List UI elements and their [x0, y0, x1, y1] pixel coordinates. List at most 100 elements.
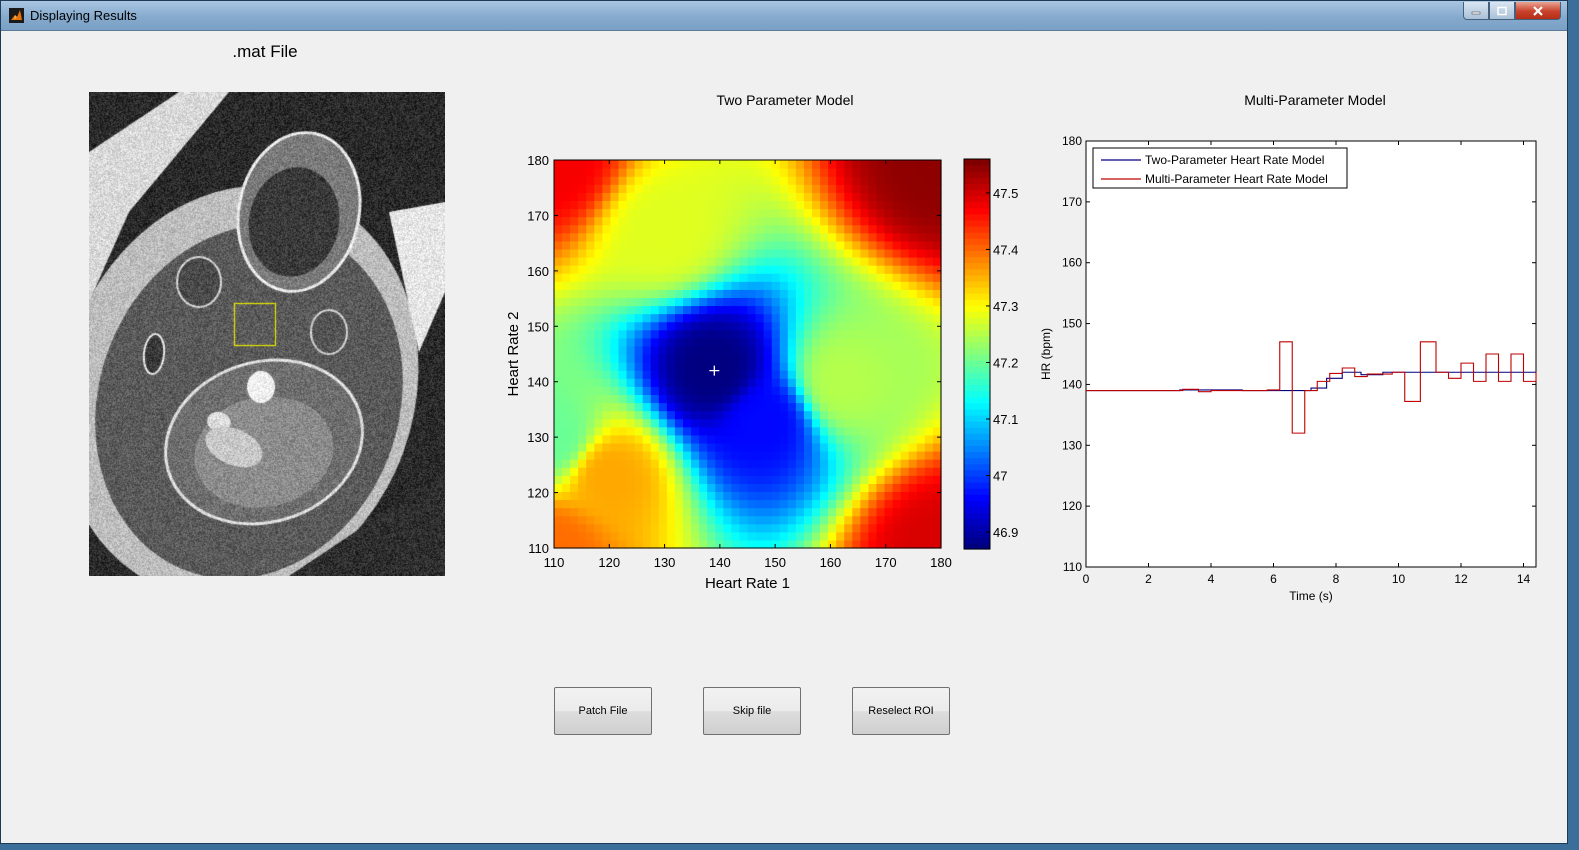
heatmap-cell — [739, 467, 749, 476]
heatmap-cell — [578, 265, 587, 274]
heatmap-cell — [570, 418, 579, 428]
heatmap-cell — [642, 208, 652, 218]
colorbar-segment — [964, 159, 990, 166]
heatmap-cell — [876, 216, 886, 226]
heatmap-cell — [763, 386, 773, 396]
heatmap-cell — [900, 531, 910, 541]
colorbar-segment — [964, 317, 990, 325]
heatmap-cell — [715, 442, 724, 452]
heatmap-cell — [570, 539, 579, 549]
heatmap-cell — [634, 459, 644, 468]
heatmap-cell — [691, 491, 700, 501]
minimize-button[interactable] — [1463, 2, 1489, 20]
heatmap-cell — [868, 402, 878, 412]
heatmap-cell — [779, 483, 789, 493]
heatmap-cell — [642, 362, 652, 371]
heatmap-cell — [570, 394, 579, 404]
heatmap-cell — [610, 378, 620, 387]
heatmap-cell — [650, 321, 660, 331]
heatmap-cell — [860, 362, 870, 371]
heatmap-cell — [658, 289, 668, 299]
heatmap-cell — [892, 394, 902, 404]
heatmap-cell — [908, 426, 918, 436]
heatmap-cell — [779, 515, 789, 525]
heatmap-cell — [900, 515, 910, 525]
patch-file-button[interactable]: Patch File — [554, 687, 652, 735]
heatmap-cell — [658, 265, 668, 274]
heatmap-cell — [908, 362, 918, 371]
heatmap-cell — [731, 451, 741, 460]
heatmap-cell — [683, 192, 692, 202]
heatmap-cell — [650, 232, 660, 242]
heatmap-cell — [634, 257, 644, 266]
heatmap-cell — [844, 192, 853, 202]
heatmap-cell — [578, 386, 587, 396]
heatmap-cell — [852, 337, 861, 347]
heatmap-cell — [723, 362, 732, 371]
x-tick-label: 180 — [930, 555, 952, 570]
heatmap-cell — [691, 329, 700, 339]
heatmap-cell — [666, 539, 676, 549]
heatmap-cell — [739, 378, 749, 387]
heatmap-cell — [699, 434, 708, 444]
heatmap-cell — [691, 184, 700, 193]
mri-image[interactable] — [89, 92, 445, 576]
heatmap-cell — [924, 459, 934, 468]
heatmap-cell — [924, 442, 934, 452]
skip-file-button[interactable]: Skip file — [703, 687, 801, 735]
heatmap-cell — [739, 402, 749, 412]
heatmap-cell — [884, 168, 894, 177]
heatmap-cell — [570, 337, 579, 347]
heatmap-cell — [900, 459, 910, 468]
heatmap-cell — [731, 168, 741, 177]
heatmap-cell — [666, 337, 676, 347]
heatmap-cell — [763, 523, 773, 533]
heatmap-cell — [836, 354, 845, 363]
heatmap-cell — [779, 232, 789, 242]
heatmap-cell — [779, 281, 789, 290]
heatmap-cell — [618, 232, 628, 242]
heatmap-cell — [674, 418, 684, 428]
multi-parameter-line-chart[interactable]: 0 2 4 6 8 10 12 14110120130140150160170180Time … — [1030, 130, 1545, 610]
colorbar-segment — [964, 195, 990, 203]
heatmap-cell — [602, 394, 612, 404]
close-button[interactable] — [1515, 2, 1561, 20]
heatmap-cell — [634, 329, 644, 339]
reselect-roi-button[interactable]: Reselect ROI — [852, 687, 950, 735]
heatmap-cell — [618, 176, 628, 185]
heatmap-cell — [618, 386, 628, 396]
heatmap-cell — [803, 362, 813, 371]
heatmap-cell — [908, 216, 918, 226]
window-title: Displaying Results — [30, 8, 137, 23]
title-bar[interactable]: Displaying Results — [1, 1, 1567, 31]
heatmap-cell — [634, 515, 644, 525]
heatmap-cell — [771, 176, 781, 185]
colorbar-segment — [964, 226, 990, 233]
heatmap-cell — [594, 257, 603, 266]
heatmap-cell — [876, 354, 886, 363]
heatmap-cell — [707, 523, 716, 533]
two-parameter-heatmap[interactable]: 110 120 130 140 150 160 170 1801101201301401501… — [500, 145, 1040, 595]
heatmap-cell — [578, 192, 587, 202]
heatmap-cell — [868, 208, 878, 218]
heatmap-cell — [658, 410, 668, 420]
maximize-button[interactable] — [1489, 2, 1515, 20]
heatmap-cell — [916, 281, 926, 290]
heatmap-cell — [691, 459, 700, 468]
heatmap-cell — [892, 257, 902, 266]
heatmap-cell — [836, 499, 845, 509]
heatmap-cell — [876, 378, 886, 387]
heatmap-cell — [820, 442, 829, 452]
heatmap-cell — [642, 345, 652, 355]
heatmap-cell — [820, 483, 829, 493]
heatmap-cell — [658, 475, 668, 484]
heatmap-cell — [594, 426, 603, 436]
heatmap-cell — [932, 160, 942, 169]
heatmap-cell — [578, 257, 587, 266]
heatmap-cell — [812, 378, 821, 387]
heatmap-cell — [642, 176, 652, 185]
heatmap-cell — [618, 305, 628, 315]
heatmap-cell — [650, 451, 660, 460]
heatmap-cell — [932, 475, 942, 484]
colorbar-segment — [964, 238, 990, 245]
